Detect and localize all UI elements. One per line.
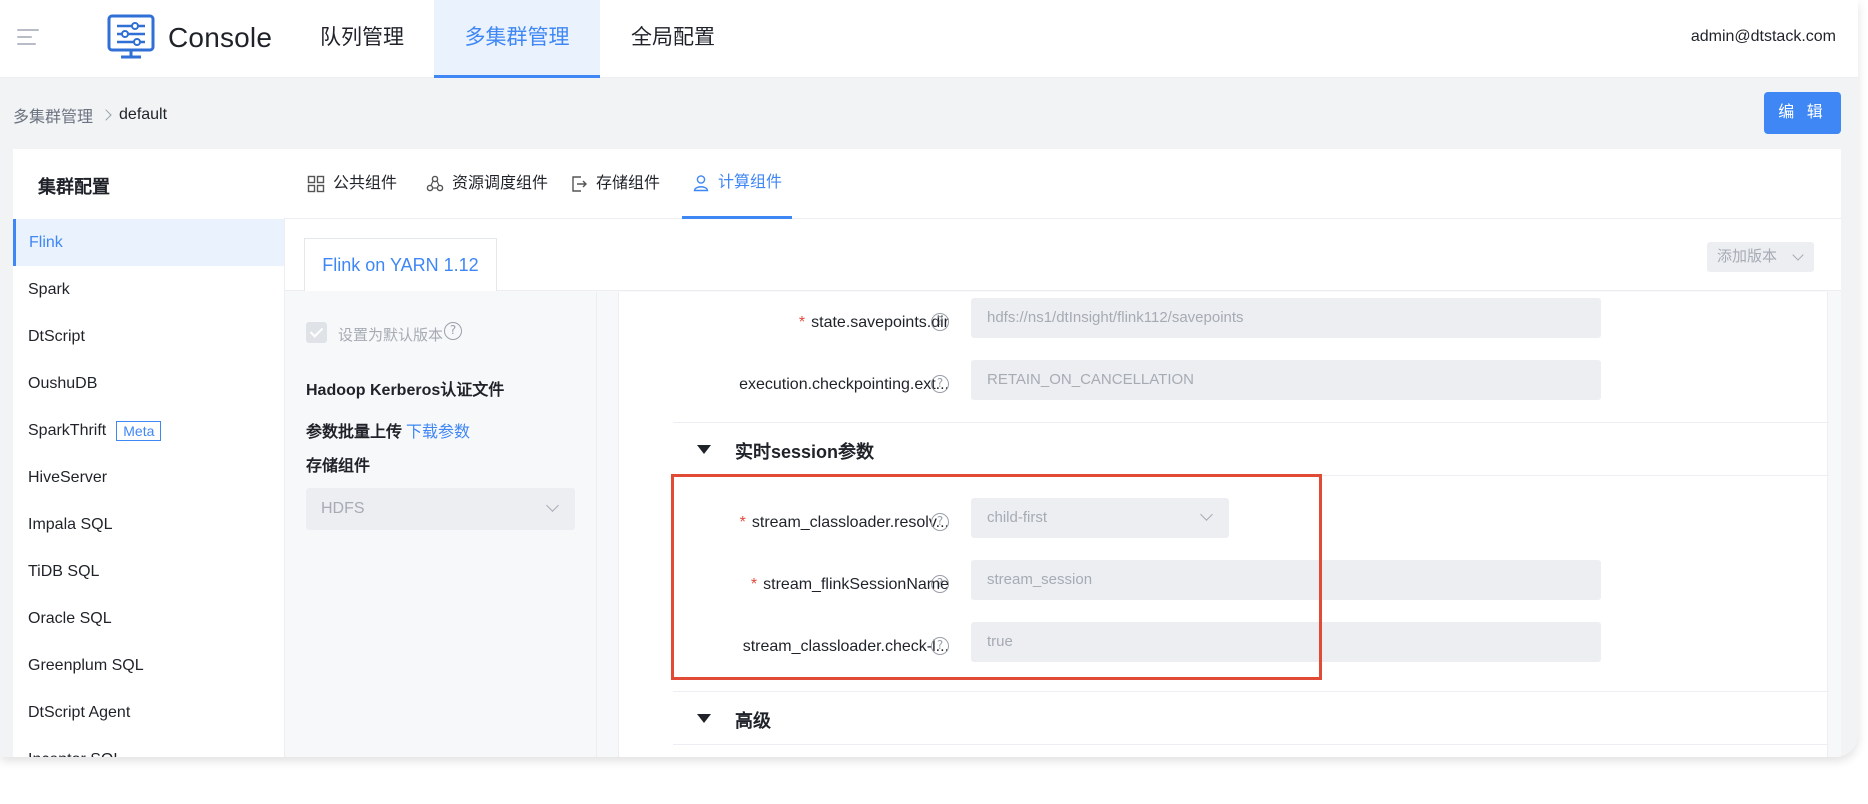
engine-item-oushudb[interactable]: OushuDB [13,360,284,407]
nav-tab-global-config[interactable]: 全局配置 [606,0,740,78]
grid-icon [307,175,325,193]
param-label: execution.checkpointing.ext... [739,376,949,393]
storage-label: 存储组件 [306,458,371,475]
engine-label: DtScript [28,328,85,345]
storage-value: HDFS [321,500,365,517]
checkpointing-ext-input[interactable]: RETAIN_ON_CANCELLATION [971,360,1601,400]
top-header: Console 队列管理 多集群管理 全局配置 admin@dtstack.co… [0,0,1858,78]
menu-toggle-icon[interactable] [17,29,39,47]
chevron-down-icon [1792,249,1804,261]
nav-tab-multi-cluster[interactable]: 多集群管理 [434,0,600,78]
engine-label: DtScript Agent [28,704,131,721]
meta-tag: Meta [116,420,162,441]
engine-item-flink[interactable]: Flink [13,219,284,266]
nav-tab-queue[interactable]: 队列管理 [296,0,428,78]
export-icon [572,176,587,192]
tab-common-components[interactable]: 公共组件 [307,149,397,219]
engine-label: Spark [28,281,70,298]
engine-label: OushuDB [28,375,98,392]
section-advanced[interactable]: 高级 [673,691,1827,745]
batch-upload-label: 参数批量上传 [306,424,403,441]
tab-compute-components[interactable]: 计算组件 [682,149,793,219]
tab-label: 资源调度组件 [452,175,549,192]
engine-label: Oracle SQL [28,610,112,627]
user-account[interactable]: admin@dtstack.com [1691,28,1836,46]
user-icon [693,174,709,191]
app-title: Console [168,22,273,53]
engine-item-impala-sql[interactable]: Impala SQL [13,501,284,548]
component-tabs: 公共组件 资源调度组件 存储组件 计算组件 [284,149,1841,219]
section-session-params[interactable]: 实时session参数 [673,422,1827,476]
engine-label: HiveServer [28,469,108,486]
add-version-dropdown[interactable]: 添加版本 [1707,242,1814,272]
chevron-right-icon [100,109,112,121]
engine-label: Flink [29,234,63,251]
engine-label: Greenplum SQL [28,657,144,674]
tab-label: 计算组件 [718,173,783,191]
engine-label: Impala SQL [28,516,113,533]
edit-button[interactable]: 编 辑 [1764,92,1841,134]
engine-item-hiveserver[interactable]: HiveServer [13,454,284,501]
highlight-box [671,474,1322,680]
tab-resource-scheduling[interactable]: 资源调度组件 [426,149,548,219]
storage-select[interactable]: HDFS [306,488,575,530]
breadcrumb-parent[interactable]: 多集群管理 [13,103,93,127]
engine-list: Flink Spark DtScript OushuDB SparkThrift… [13,219,285,757]
batch-upload-row: 参数批量上传 下载参数 [306,418,470,442]
breadcrumb-current: default [119,106,168,123]
engine-item-dtscript-agent[interactable]: DtScript Agent [13,689,284,736]
param-row: * state.savepoints.dir ? hdfs://ns1/dtIns… [619,294,1827,356]
version-tab-flink-yarn[interactable]: Flink on YARN 1.12 [304,238,497,291]
caret-down-icon [697,445,711,454]
caret-down-icon [697,714,711,723]
engine-item-spark[interactable]: Spark [13,266,284,313]
param-name: state.savepoints.dir [811,314,949,331]
tab-label: 公共组件 [333,175,398,192]
param-label: * state.savepoints.dir [799,314,949,332]
engine-label: SparkThrift [28,422,107,439]
engine-item-greenplum-sql[interactable]: Greenplum SQL [13,642,284,689]
default-version-label: 设置为默认版本 [338,327,444,344]
engine-item-oracle-sql[interactable]: Oracle SQL [13,595,284,642]
engine-label: TiDB SQL [28,563,100,580]
section-title: 高级 [735,711,771,731]
engine-label: Inceptor SQL [28,736,122,757]
engine-item-sparkthrift[interactable]: SparkThrift Meta [13,407,284,454]
card-title: 集群配置 [38,177,110,197]
cluster-icon [426,175,444,192]
app-window: Console 队列管理 多集群管理 全局配置 admin@dtstack.co… [0,0,1858,757]
help-icon[interactable]: ? [931,375,949,393]
engine-item-inceptor-sql[interactable]: Inceptor SQL [13,736,284,757]
version-tabbar: Flink on YARN 1.12 添加版本 [285,220,1841,291]
download-params-link[interactable]: 下载参数 [406,424,470,441]
add-version-label: 添加版本 [1717,248,1778,265]
section-title: 实时session参数 [735,442,875,462]
engine-item-tidb-sql[interactable]: TiDB SQL [13,548,284,595]
default-version-checkbox[interactable] [306,322,327,343]
chevron-down-icon [546,499,559,512]
breadcrumb: 多集群管理 default [13,103,167,127]
required-mark: * [798,314,806,331]
param-row: execution.checkpointing.ext... ? RETAIN_… [619,356,1827,418]
tab-label: 存储组件 [596,175,661,192]
tab-storage-components[interactable]: 存储组件 [570,149,660,219]
engine-item-dtscript[interactable]: DtScript [13,313,284,360]
version-settings-panel: 设置为默认版本 ? Hadoop Kerberos认证文件 参数批量上传 下载参数… [285,292,597,757]
kerberos-label: Hadoop Kerberos认证文件 [306,382,505,399]
savepoints-dir-input[interactable]: hdfs://ns1/dtInsight/flink112/savepoints [971,298,1601,338]
help-icon[interactable]: ? [444,322,462,340]
console-logo-icon [107,14,155,59]
help-icon[interactable]: ? [931,313,949,331]
